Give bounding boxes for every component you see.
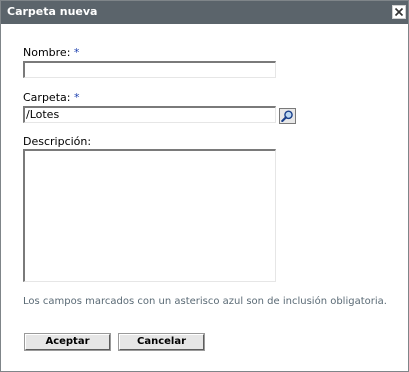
close-icon xyxy=(394,7,404,17)
required-fields-note: Los campos marcados con un asterisco azu… xyxy=(23,296,387,307)
name-label-text: Nombre: xyxy=(23,46,71,59)
description-label: Descripción: xyxy=(23,135,92,148)
folder-input[interactable]: /Lotes xyxy=(23,106,276,123)
description-textarea[interactable] xyxy=(23,149,276,282)
close-button[interactable] xyxy=(392,5,406,19)
folder-required-asterisk: * xyxy=(73,91,80,104)
dialog-titlebar[interactable]: Carpeta nueva xyxy=(1,1,408,24)
folder-label-text: Carpeta: xyxy=(23,91,71,104)
cancel-button[interactable]: Cancelar xyxy=(118,333,205,351)
browse-folder-button[interactable] xyxy=(279,108,296,124)
dialog-title: Carpeta nueva xyxy=(7,5,98,18)
magnifier-icon xyxy=(281,110,293,122)
name-label: Nombre: * xyxy=(23,46,79,59)
name-input[interactable] xyxy=(23,61,276,78)
name-required-asterisk: * xyxy=(73,46,80,59)
folder-label: Carpeta: * xyxy=(23,91,79,104)
new-folder-dialog: Carpeta nueva Nombre: * Carpeta: * /Lote… xyxy=(0,0,409,372)
accept-button[interactable]: Aceptar xyxy=(24,333,111,351)
